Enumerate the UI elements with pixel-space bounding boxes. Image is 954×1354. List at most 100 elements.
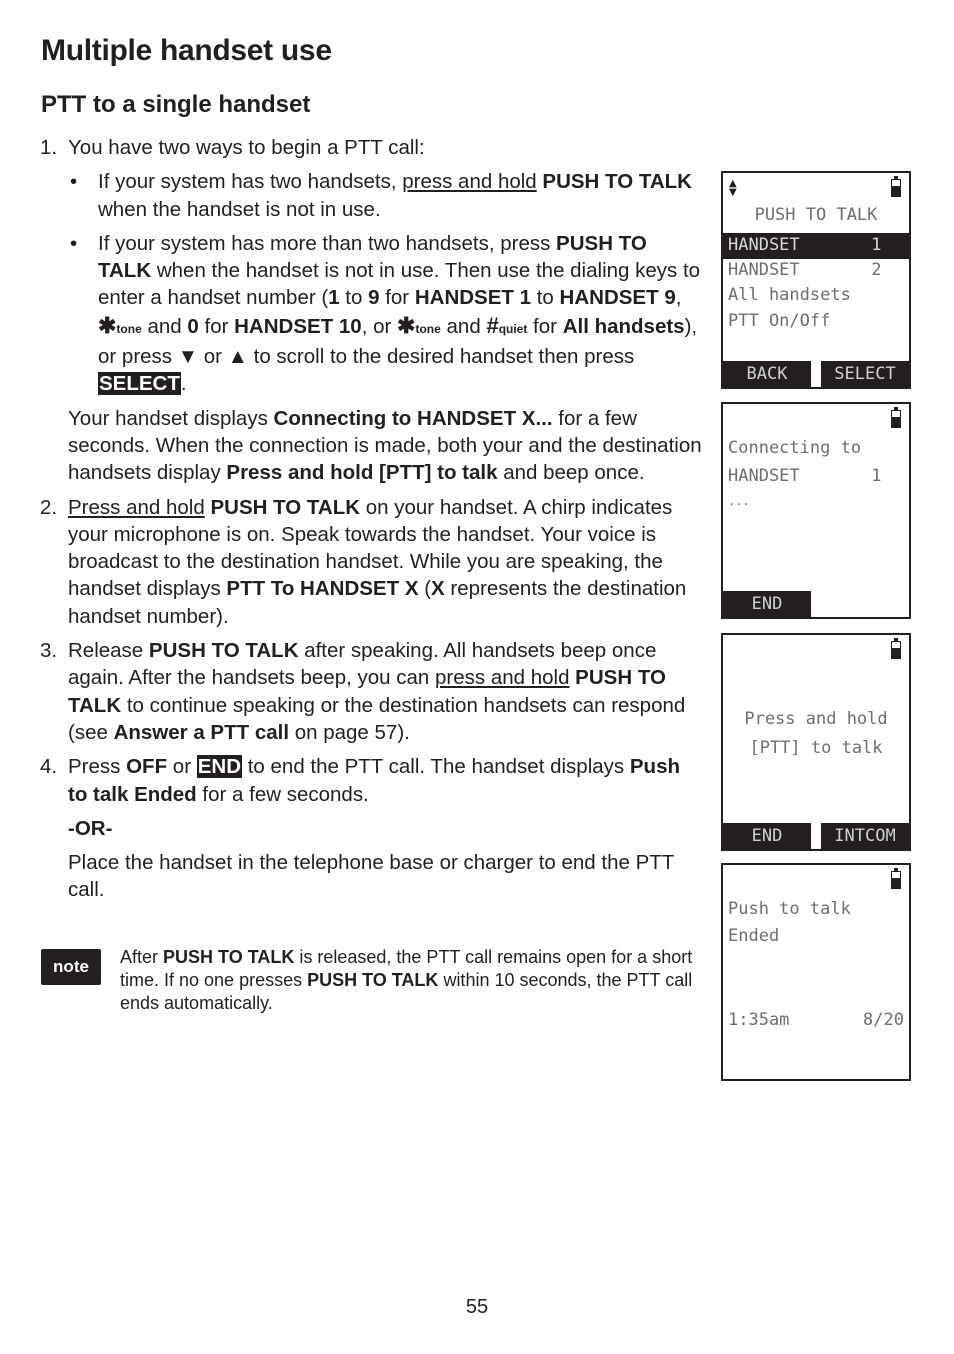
key-name: 9	[368, 286, 380, 310]
key-name: HANDSET 1	[414, 286, 532, 310]
back-softkey[interactable]: BACK	[723, 361, 811, 387]
note-badge: note	[41, 949, 101, 985]
scroll-arrows-icon: ▲ ▼	[729, 178, 737, 198]
screen-line: ...	[728, 494, 750, 508]
display-text: Connecting to HANDSET X...	[273, 406, 553, 430]
key-name: X	[431, 577, 445, 601]
text: If your system has two handsets,	[98, 170, 403, 194]
note-text: After PUSH TO TALK is released, the PTT …	[120, 946, 700, 1015]
key-name: 0	[187, 314, 199, 338]
key-name: OFF	[126, 755, 168, 779]
key-name: PUSH TO TALK	[536, 170, 692, 194]
emphasis: Press and hold	[68, 495, 205, 519]
step-1: 1. You have two ways to begin a PTT call…	[40, 134, 705, 161]
emphasis: press and hold	[402, 170, 537, 194]
screen-date: 8/20	[863, 1010, 904, 1030]
screen-line: Connecting to	[728, 438, 862, 458]
text: on page 57).	[289, 720, 410, 744]
text: for a few seconds.	[196, 782, 369, 806]
star-tone-key-icon: ✱tone	[98, 313, 142, 338]
handset-screen-push-to-talk: ▲ ▼ PUSH TO TALK HANDSET 1 HANDSET 2 All …	[721, 171, 911, 389]
text: If your system has more than two handset…	[98, 231, 557, 255]
cross-reference: Answer a PTT call	[113, 720, 290, 744]
key-sub: quiet	[498, 321, 528, 336]
text: to	[531, 286, 560, 310]
instructions: 1. You have two ways to begin a PTT call…	[40, 134, 705, 911]
text: for	[198, 314, 235, 338]
text: to end the PTT call. The handset display…	[242, 755, 630, 779]
step-number: 1.	[40, 136, 58, 159]
star-tone-key-icon: ✱tone	[397, 313, 441, 338]
display-text: PTT To HANDSET X	[226, 577, 419, 601]
end-softkey[interactable]: END	[723, 591, 811, 617]
screen-line: HANDSET 1	[728, 466, 882, 486]
end-softkey-label: END	[196, 755, 243, 779]
battery-icon	[891, 176, 901, 197]
menu-item[interactable]: PTT On/Off	[728, 311, 904, 331]
display-text: Press and hold [PTT] to talk	[226, 461, 498, 485]
key-name: 1	[328, 286, 340, 310]
screen-line: [PTT] to talk	[749, 738, 883, 758]
menu-item[interactable]: HANDSET 2	[728, 260, 904, 280]
step-number: 4.	[40, 755, 58, 779]
text: or	[167, 755, 197, 779]
page-number: 55	[465, 1296, 489, 1318]
text: Press	[68, 755, 127, 779]
star-icon: ✱	[98, 312, 117, 338]
bullet-1: • If your system has two handsets, press…	[40, 168, 705, 223]
battery-icon	[891, 868, 901, 889]
key-name: All handsets	[562, 314, 685, 338]
step-4: 4. Press OFF or END to end the PTT call.…	[40, 753, 705, 808]
text: and	[141, 314, 188, 338]
text: After	[120, 947, 164, 967]
key-name: HANDSET 10	[234, 314, 362, 338]
handset-screen-connecting: Connecting to HANDSET 1 ... END	[721, 402, 911, 619]
key-sub: tone	[116, 321, 142, 336]
end-softkey[interactable]: END	[723, 823, 811, 849]
text: and beep once.	[497, 461, 645, 485]
select-softkey-label: SELECT	[98, 372, 181, 396]
text: when the handset is not in use.	[98, 197, 381, 221]
section-title: PTT to a single handset	[41, 91, 311, 118]
or-separator: -OR-	[40, 815, 705, 842]
screen-title: PUSH TO TALK	[754, 205, 878, 225]
or-label: -OR-	[68, 816, 113, 840]
text: for	[379, 286, 415, 310]
step-2: 2. Press and hold PUSH TO TALK on your h…	[40, 494, 705, 630]
battery-icon	[891, 407, 901, 428]
text: .	[180, 372, 187, 396]
key-name: PUSH TO TALK	[204, 495, 361, 519]
step-number: 2.	[40, 495, 58, 519]
paragraph: Place the handset in the telephone base …	[40, 849, 705, 904]
screen-line: Ended	[728, 926, 780, 946]
bullet-2: • If your system has more than two hands…	[40, 230, 705, 398]
step-text: You have two ways to begin a PTT call:	[68, 136, 425, 159]
menu-item-selected[interactable]: HANDSET 1	[728, 235, 904, 255]
bullet-icon: •	[70, 231, 78, 255]
intcom-softkey[interactable]: INTCOM	[821, 823, 909, 849]
hash-icon: #	[486, 312, 499, 338]
key-sub: tone	[415, 321, 441, 336]
menu-item[interactable]: All handsets	[728, 285, 904, 305]
select-softkey[interactable]: SELECT	[821, 361, 909, 387]
star-icon: ✱	[397, 312, 416, 338]
battery-icon	[891, 638, 901, 659]
handset-screen-press-and-hold: Press and hold [PTT] to talk END INTCOM	[721, 633, 911, 851]
text: Release	[68, 639, 149, 663]
screen-line: Push to talk	[728, 899, 851, 919]
text: (	[418, 577, 432, 601]
text: Your handset displays	[68, 406, 274, 430]
page-title: Multiple handset use	[41, 34, 332, 67]
paragraph: Your handset displays Connecting to HAND…	[40, 405, 705, 487]
key-name: PUSH TO TALK	[148, 639, 299, 663]
emphasis: press and hold	[435, 666, 570, 690]
text: and	[440, 314, 487, 338]
bullet-icon: •	[70, 170, 78, 194]
step-3: 3. Release PUSH TO TALK after speaking. …	[40, 637, 705, 746]
text: to	[339, 286, 369, 310]
text: , or	[361, 314, 398, 338]
text: for	[527, 314, 563, 338]
text: Place the handset in the telephone base …	[68, 851, 674, 902]
screen-line: Press and hold	[744, 709, 888, 729]
hash-quiet-key-icon: #quiet	[486, 313, 527, 338]
